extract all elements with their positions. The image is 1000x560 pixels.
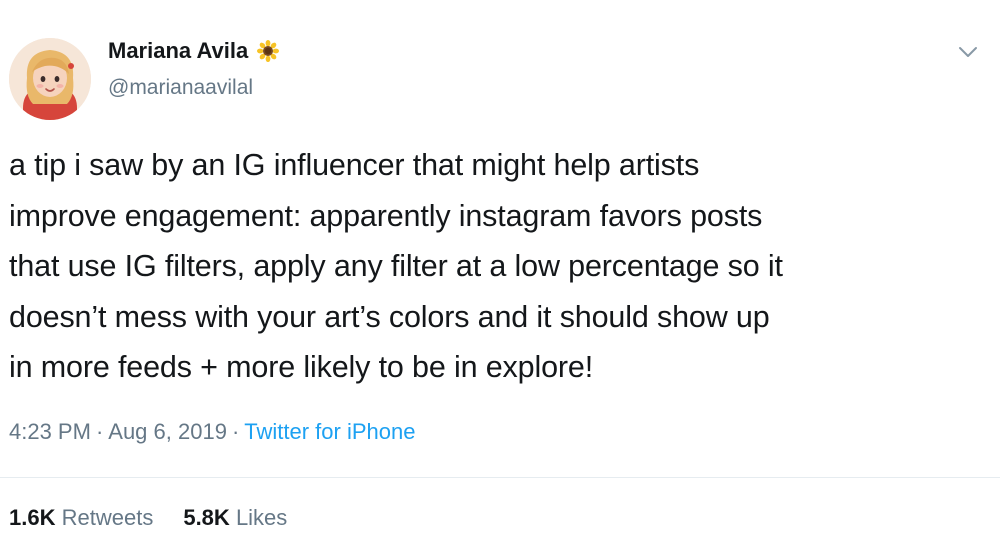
retweets-label: Retweets — [61, 505, 154, 530]
chevron-down-icon[interactable] — [956, 40, 980, 64]
tweet-time[interactable]: 4:23 PM — [9, 419, 91, 444]
tweet-text-line: that use IG filters, apply any filter at… — [9, 249, 783, 283]
tweet-text-line: doesn’t mess with your art’s colors and … — [9, 299, 770, 334]
tweet-date[interactable]: Aug 6, 2019 — [108, 419, 227, 444]
tweet-text-line: a tip i saw by an IG influencer that mig… — [9, 148, 700, 182]
sunflower-icon — [257, 40, 280, 62]
likes-count: 5.8K — [183, 505, 230, 530]
avatar[interactable] — [9, 38, 91, 120]
tweet-text-line: improve engagement: apparently instagram… — [9, 198, 763, 233]
user-handle[interactable]: @marianaavilal — [108, 76, 253, 100]
tweet-meta: 4:23 PM · Aug 6, 2019 · Twitter for iPhone — [9, 419, 415, 445]
meta-separator: · — [231, 419, 240, 444]
likes-stat[interactable]: 5.8K Likes — [183, 505, 287, 531]
divider — [0, 477, 1000, 478]
meta-separator: · — [95, 419, 104, 444]
tweet-text-line: in more feeds + more likely to be in exp… — [9, 350, 594, 384]
tweet-stats: 1.6K Retweets 5.8K Likes — [9, 505, 287, 531]
tweet-source-link[interactable]: Twitter for iPhone — [244, 419, 415, 444]
retweets-count: 1.6K — [9, 505, 56, 530]
avatar-illustration — [9, 38, 91, 120]
retweets-stat[interactable]: 1.6K Retweets — [9, 505, 153, 531]
tweet-card: Mariana Avila @marianaavilal a tip i saw… — [0, 0, 1000, 560]
name-row: Mariana Avila — [108, 38, 280, 64]
display-name[interactable]: Mariana Avila — [108, 38, 248, 64]
tweet-text: a tip i saw by an IG influencer that mig… — [9, 140, 984, 393]
likes-label: Likes — [235, 505, 288, 530]
